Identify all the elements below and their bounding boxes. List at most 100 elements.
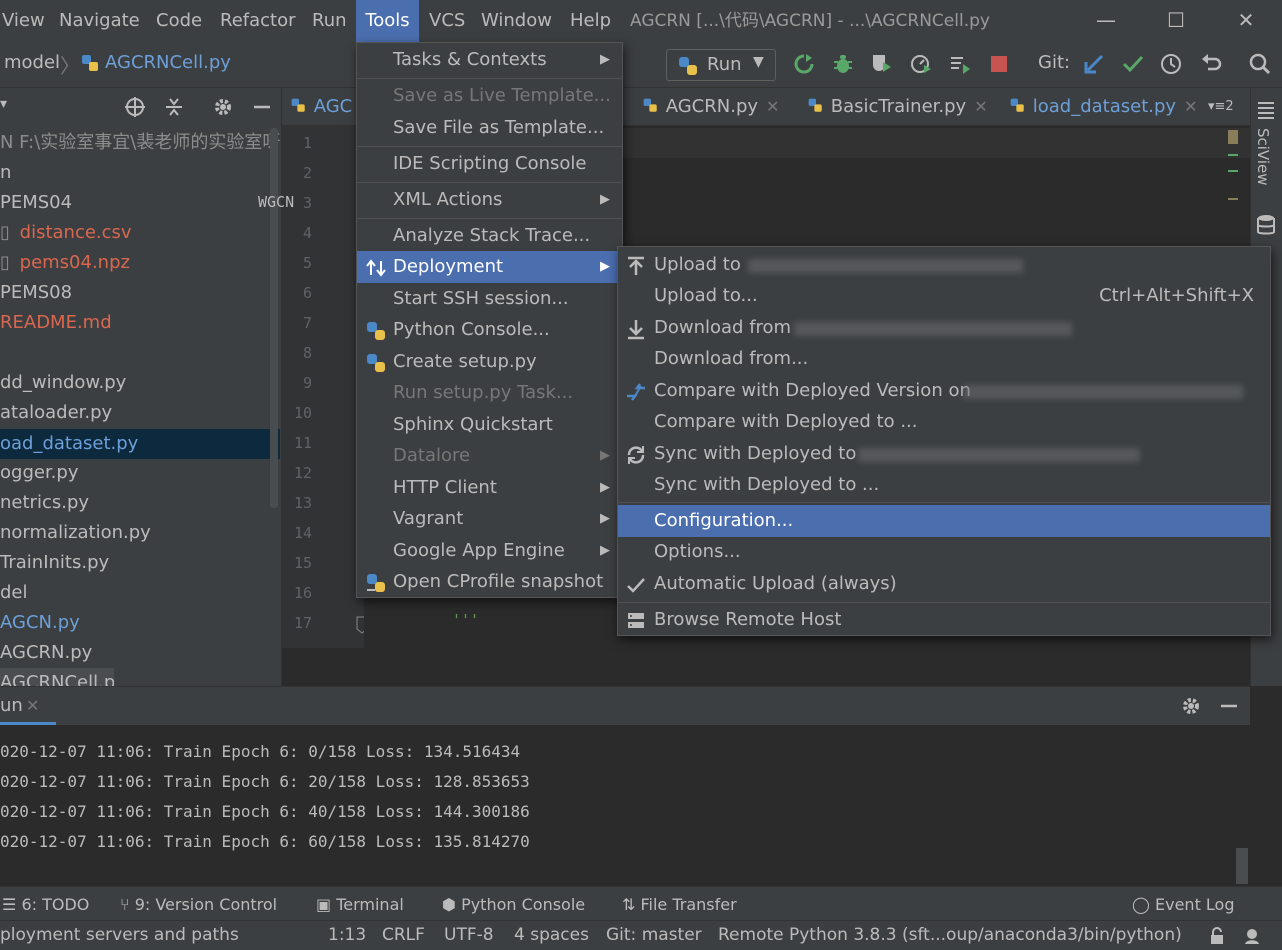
tree-item-selected[interactable]: oad_dataset.py bbox=[0, 429, 280, 459]
menu-item-upload-to[interactable]: Upload to... Ctrl+Alt+Shift+X bbox=[618, 280, 1270, 312]
menu-item-ide-scripting-console[interactable]: IDE Scripting Console bbox=[357, 148, 622, 180]
editor-tab[interactable]: AGC bbox=[290, 88, 352, 126]
tree-item[interactable]: ataloader.py bbox=[0, 398, 280, 428]
error-stripe-marker[interactable] bbox=[1228, 198, 1238, 200]
menu-item-sync-deployed-to[interactable]: Sync with Deployed to ... bbox=[618, 469, 1270, 501]
menu-item-python-console[interactable]: Python Console... bbox=[357, 314, 622, 346]
menu-tools[interactable]: Tools bbox=[356, 0, 419, 42]
tree-item[interactable] bbox=[0, 338, 280, 368]
menu-item-options[interactable]: Options... bbox=[618, 536, 1270, 568]
menu-item-google-app-engine[interactable]: Google App Engine ▶ bbox=[357, 535, 622, 567]
run-concurrency-icon[interactable] bbox=[948, 52, 972, 76]
close-icon[interactable]: ✕ bbox=[26, 696, 39, 715]
gear-icon[interactable] bbox=[212, 96, 234, 118]
gear-icon[interactable] bbox=[1180, 695, 1202, 717]
menu-item-save-as-live-template[interactable]: Save as Live Template... bbox=[357, 80, 622, 112]
tree-item[interactable]: n bbox=[0, 158, 280, 188]
menu-item-http-client[interactable]: HTTP Client ▶ bbox=[357, 472, 622, 504]
menu-run[interactable]: Run bbox=[306, 0, 353, 42]
rerun-icon[interactable] bbox=[792, 52, 816, 76]
menu-help[interactable]: Help bbox=[564, 0, 617, 42]
tree-item[interactable]: netrics.py bbox=[0, 488, 280, 518]
tree-item[interactable]: ▯ pems04.npz bbox=[0, 248, 280, 278]
editor-tab[interactable]: AGCRN.py ✕ bbox=[642, 88, 779, 126]
menu-item-create-setup-py[interactable]: Create setup.py bbox=[357, 346, 622, 378]
tree-item[interactable]: PEMS04 bbox=[0, 188, 280, 218]
menu-item-sphinx-quickstart[interactable]: Sphinx Quickstart bbox=[357, 409, 622, 441]
inspector-icon[interactable] bbox=[1242, 926, 1262, 946]
tree-item[interactable]: AGCN.py bbox=[0, 608, 280, 638]
chevron-down-icon[interactable]: ▾ bbox=[0, 96, 7, 112]
menu-item-configuration[interactable]: Configuration... bbox=[618, 505, 1270, 537]
indent-setting[interactable]: 4 spaces bbox=[514, 925, 589, 945]
menu-item-run-setup-py-task[interactable]: Run setup.py Task... bbox=[357, 377, 622, 409]
tree-item[interactable]: README.md bbox=[0, 308, 280, 338]
menu-item-automatic-upload[interactable]: Automatic Upload (always) bbox=[618, 568, 1270, 600]
menu-item-upload-to-server[interactable]: Upload to bbox=[618, 249, 1270, 281]
python-interpreter[interactable]: Remote Python 3.8.3 (sft...oup/anaconda3… bbox=[718, 925, 1182, 945]
search-icon[interactable] bbox=[1248, 52, 1272, 76]
maximize-button[interactable]: ☐ bbox=[1164, 8, 1188, 32]
menu-navigate[interactable]: Navigate bbox=[53, 0, 146, 42]
tree-item[interactable]: AGCRN.py bbox=[0, 638, 280, 668]
menu-view[interactable]: View bbox=[0, 0, 51, 42]
menu-item-sync-deployed-server[interactable]: Sync with Deployed to bbox=[618, 438, 1270, 470]
menu-refactor[interactable]: Refactor bbox=[214, 0, 302, 42]
git-rollback-icon[interactable] bbox=[1199, 52, 1223, 76]
menu-item-save-file-as-template[interactable]: Save File as Template... bbox=[357, 112, 622, 144]
menu-item-download-from[interactable]: Download from... bbox=[618, 343, 1270, 375]
menu-window[interactable]: Window bbox=[475, 0, 558, 42]
terminal-tool-button[interactable]: ▣ Terminal bbox=[316, 895, 404, 914]
git-branch[interactable]: Git: master bbox=[606, 925, 702, 945]
menu-item-open-cprofile-snapshot[interactable]: Open CProfile snapshot bbox=[357, 566, 622, 598]
close-tab-icon[interactable]: ✕ bbox=[974, 97, 987, 116]
file-encoding[interactable]: UTF-8 bbox=[444, 925, 494, 945]
hide-icon[interactable] bbox=[1218, 695, 1240, 717]
git-history-icon[interactable] bbox=[1159, 52, 1183, 76]
stop-icon[interactable] bbox=[987, 52, 1011, 76]
minimize-button[interactable]: — bbox=[1094, 8, 1118, 32]
error-stripe-marker[interactable] bbox=[1228, 170, 1238, 172]
run-tab-label[interactable]: un bbox=[0, 695, 23, 716]
menu-item-browse-remote-host[interactable]: Browse Remote Host bbox=[618, 604, 1270, 636]
tree-item[interactable]: N F:\实验室事宜\裴老师的实验室呀\ bbox=[0, 128, 280, 158]
tree-item[interactable]: ▯ distance.csv bbox=[0, 218, 280, 248]
menu-item-analyze-stack-trace[interactable]: Analyze Stack Trace... bbox=[357, 220, 622, 252]
profile-icon[interactable] bbox=[909, 52, 933, 76]
tree-item[interactable]: del bbox=[0, 578, 280, 608]
sciview-tab[interactable]: SciView bbox=[1254, 128, 1272, 186]
menu-item-download-from-server[interactable]: Download from bbox=[618, 312, 1270, 344]
menu-item-xml-actions[interactable]: XML Actions ▶ bbox=[357, 184, 622, 216]
menu-item-datalore[interactable]: Datalore ▶ bbox=[357, 440, 622, 472]
python-console-tool-button[interactable]: ⬢ Python Console bbox=[442, 895, 585, 914]
git-commit-icon[interactable] bbox=[1121, 52, 1145, 76]
tabs-overflow-button[interactable]: ▾≡2 bbox=[1208, 88, 1234, 126]
menu-item-deployment[interactable]: Deployment ▶ bbox=[357, 251, 622, 283]
caret-position[interactable]: 1:13 bbox=[328, 925, 366, 945]
menu-item-start-ssh-session[interactable]: Start SSH session... bbox=[357, 283, 622, 315]
event-log-tool-button[interactable]: ◯ Event Log bbox=[1132, 895, 1235, 914]
sciview-icon[interactable] bbox=[1256, 100, 1276, 120]
menu-item-compare-deployed-version[interactable]: Compare with Deployed Version on bbox=[618, 375, 1270, 407]
editor-tab[interactable]: load_dataset.py ✕ bbox=[1009, 88, 1197, 126]
tree-item[interactable]: AGCRNCell.py bbox=[0, 668, 114, 686]
error-stripe-marker[interactable] bbox=[1228, 130, 1238, 144]
line-separator[interactable]: CRLF bbox=[382, 925, 425, 945]
version-control-tool-button[interactable]: ⑂ 9: Version Control bbox=[120, 895, 277, 914]
hide-icon[interactable] bbox=[251, 96, 273, 118]
menu-vcs[interactable]: VCS bbox=[423, 0, 471, 42]
close-button[interactable]: ✕ bbox=[1234, 8, 1258, 32]
error-stripe-marker[interactable] bbox=[1228, 154, 1238, 156]
todo-tool-button[interactable]: ☰ 6: TODO bbox=[2, 895, 89, 914]
tree-item[interactable]: ogger.py bbox=[0, 458, 280, 488]
locate-icon[interactable] bbox=[124, 96, 146, 118]
menu-item-compare-deployed-to[interactable]: Compare with Deployed to ... bbox=[618, 406, 1270, 438]
breadcrumb-model[interactable]: model bbox=[4, 52, 60, 73]
run-with-coverage-icon[interactable] bbox=[869, 52, 893, 76]
menu-item-tasks-contexts[interactable]: Tasks & Contexts ▶ bbox=[357, 44, 622, 76]
tree-item[interactable]: TrainInits.py bbox=[0, 548, 280, 578]
breadcrumb-file[interactable]: AGCRNCell.py bbox=[105, 52, 231, 73]
debug-icon[interactable] bbox=[831, 52, 855, 76]
database-icon[interactable] bbox=[1256, 214, 1276, 236]
editor-tab[interactable]: BasicTrainer.py ✕ bbox=[807, 88, 988, 126]
